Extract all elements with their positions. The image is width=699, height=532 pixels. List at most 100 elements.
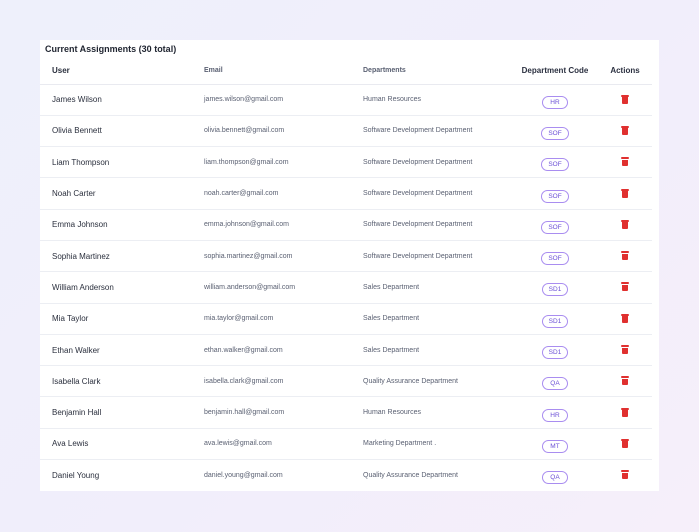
delete-button[interactable] xyxy=(621,125,629,135)
cell-email: sophia.martinez@gmail.com xyxy=(200,240,360,273)
column-header-departments: Departments xyxy=(360,58,512,85)
trash-icon-body xyxy=(622,410,628,417)
cell-actions xyxy=(598,209,652,241)
table-row: Isabella Clark isabella.clark@gmail.com Qu… xyxy=(40,365,652,398)
trash-icon xyxy=(621,345,629,348)
cell-email: daniel.young@gmail.com xyxy=(204,471,283,479)
trash-icon-body xyxy=(622,472,628,480)
cell-department: Human Resources xyxy=(360,396,512,429)
cell-department: Marketing Department . xyxy=(360,428,512,461)
trash-icon-body xyxy=(622,378,628,386)
cell-department-code: SOF xyxy=(512,177,598,210)
cell-department-code: SOF xyxy=(512,209,598,241)
trash-icon-body xyxy=(622,191,628,198)
trash-icon xyxy=(621,251,629,254)
cell-department-code: SD1 xyxy=(512,303,598,335)
trash-icon-body xyxy=(622,253,628,261)
department-code-badge: SOF xyxy=(541,126,569,140)
cell-department: Quality Assurance Department xyxy=(360,365,512,398)
cell-user: James Wilson xyxy=(40,84,200,116)
cell-actions xyxy=(598,240,652,273)
table-header-row: User Email Departments Department Code A… xyxy=(40,58,652,85)
cell-department: Quality Assurance Department xyxy=(363,471,458,479)
trash-icon-body xyxy=(622,222,628,229)
cell-department-code: MT xyxy=(512,428,598,461)
cell-department: Software Development Department xyxy=(360,146,512,179)
department-code-badge: QA xyxy=(542,471,568,485)
cell-actions xyxy=(598,146,652,179)
cell-actions xyxy=(598,115,652,148)
cell-department: Sales Department xyxy=(360,303,512,335)
cell-department-code: SOF xyxy=(512,115,598,148)
cell-department-code: SOF xyxy=(512,146,598,179)
department-code-badge: SOF xyxy=(541,252,569,266)
cell-email: liam.thompson@gmail.com xyxy=(200,146,360,179)
cell-department: Software Development Department xyxy=(360,209,512,241)
department-code-badge: SD1 xyxy=(541,314,569,328)
delete-button[interactable] xyxy=(621,313,629,323)
department-code-badge: HR xyxy=(542,408,568,422)
cell-actions xyxy=(598,365,652,398)
table-row: Ava Lewis ava.lewis@gmail.com Marketing De… xyxy=(40,428,652,461)
cell-actions xyxy=(598,303,652,335)
column-header-actions: Actions xyxy=(598,58,652,85)
cell-department-code: HR xyxy=(512,84,598,116)
cell-department-code: SD1 xyxy=(512,271,598,304)
delete-button[interactable] xyxy=(621,438,629,448)
delete-button[interactable] xyxy=(621,157,629,167)
department-code-badge: SD1 xyxy=(541,283,569,297)
delete-button[interactable] xyxy=(621,407,629,417)
cell-department-code: SD1 xyxy=(512,334,598,367)
assignments-table: User Email Departments Department Code A… xyxy=(40,58,652,491)
delete-button[interactable] xyxy=(621,251,629,261)
cell-actions xyxy=(598,396,652,429)
cell-actions xyxy=(598,334,652,367)
delete-button[interactable] xyxy=(621,94,629,104)
cell-actions xyxy=(598,428,652,461)
table-row: Emma Johnson emma.johnson@gmail.com Softwa… xyxy=(40,209,652,241)
cell-department: Sales Department xyxy=(360,271,512,304)
table-row: Mia Taylor mia.taylor@gmail.com Sales Depa… xyxy=(40,303,652,335)
cell-department: Software Development Department xyxy=(360,115,512,148)
cell-email: james.wilson@gmail.com xyxy=(200,84,360,116)
department-code-badge: SOF xyxy=(541,189,569,203)
cell-user: Liam Thompson xyxy=(40,146,200,179)
delete-button[interactable] xyxy=(621,376,629,386)
cell-actions xyxy=(598,460,652,491)
cell-actions xyxy=(598,84,652,116)
table-row: Noah Carter noah.carter@gmail.com Software… xyxy=(40,177,652,210)
department-code-badge: SOF xyxy=(541,220,569,234)
delete-button[interactable] xyxy=(621,282,629,292)
delete-button[interactable] xyxy=(621,470,629,480)
table-row: Sophia Martinez sophia.martinez@gmail.com… xyxy=(40,240,652,273)
table-row: Olivia Bennett olivia.bennett@gmail.com So… xyxy=(40,115,652,148)
cell-user: Olivia Bennett xyxy=(40,115,200,148)
trash-icon-body xyxy=(622,128,628,135)
delete-button[interactable] xyxy=(621,345,629,355)
table-row: Ethan Walker ethan.walker@gmail.com Sales … xyxy=(40,334,652,367)
card-title: Current Assignments (30 total) xyxy=(45,44,177,54)
cell-email: isabella.clark@gmail.com xyxy=(200,365,360,398)
cell-email: william.anderson@gmail.com xyxy=(200,271,360,304)
cell-email: ava.lewis@gmail.com xyxy=(200,428,360,461)
trash-icon-body xyxy=(622,97,628,104)
department-code-badge: MT xyxy=(542,439,568,453)
cell-user: Emma Johnson xyxy=(40,209,200,241)
trash-icon-body xyxy=(622,284,628,292)
cell-user: Mia Taylor xyxy=(40,303,200,335)
cell-email: olivia.bennett@gmail.com xyxy=(200,115,360,148)
department-code-badge: HR xyxy=(542,95,568,109)
delete-button[interactable] xyxy=(621,188,629,198)
cell-user: William Anderson xyxy=(40,271,200,304)
trash-icon xyxy=(621,157,629,160)
cell-user: Benjamin Hall xyxy=(40,396,200,429)
cell-department: Software Development Department xyxy=(360,177,512,210)
cell-department-code: QA xyxy=(512,365,598,398)
cell-user: Sophia Martinez xyxy=(40,240,200,273)
cell-department: Software Development Department xyxy=(360,240,512,273)
table-row: William Anderson william.anderson@gmail.c… xyxy=(40,271,652,304)
column-header-department-code: Department Code xyxy=(512,58,598,85)
cell-department-code: SOF xyxy=(512,240,598,273)
cell-user: Ava Lewis xyxy=(40,428,200,461)
delete-button[interactable] xyxy=(621,219,629,229)
